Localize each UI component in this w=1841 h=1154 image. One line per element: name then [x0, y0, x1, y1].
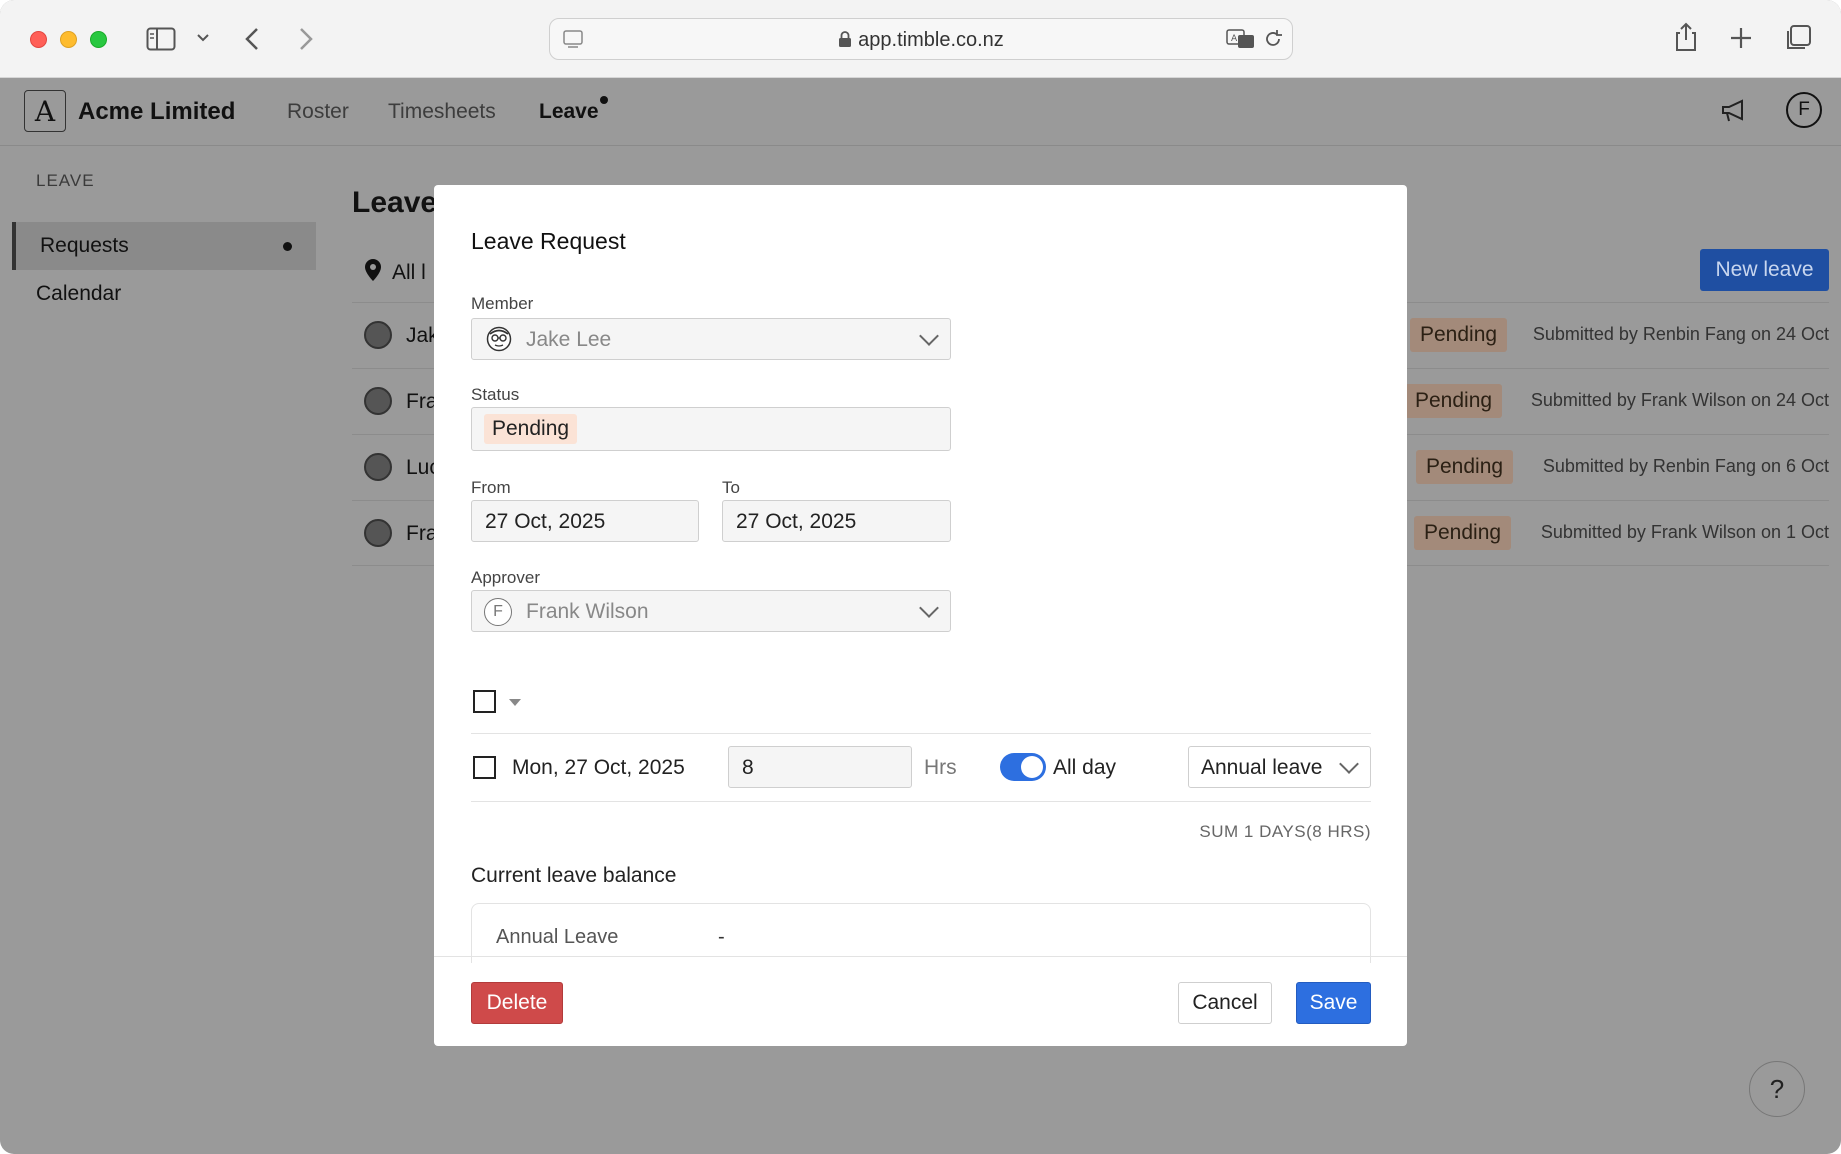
new-tab-icon[interactable]	[1730, 27, 1752, 49]
close-window-button[interactable]	[30, 31, 47, 48]
avatar	[364, 321, 392, 349]
minimize-window-button[interactable]	[60, 31, 77, 48]
hours-input[interactable]: 8	[728, 746, 912, 788]
chevron-down-icon	[919, 326, 939, 346]
help-button[interactable]: ?	[1749, 1061, 1805, 1117]
sidebar-item-label: Calendar	[36, 282, 122, 305]
status-badge: Pending	[1405, 384, 1503, 418]
nav-leave[interactable]: Leave	[539, 100, 599, 124]
day-checkbox[interactable]	[473, 756, 496, 779]
sidebar-toggle-icon[interactable]	[146, 27, 176, 51]
sidebar-item-requests[interactable]: Requests	[12, 222, 316, 270]
zoom-window-button[interactable]	[90, 31, 107, 48]
status-field[interactable]: Pending	[471, 407, 951, 451]
location-filter[interactable]: All l	[364, 258, 426, 285]
member-avatar-icon	[486, 326, 512, 352]
back-icon[interactable]	[244, 26, 260, 52]
url-text: app.timble.co.nz	[550, 29, 1292, 52]
from-date-input[interactable]: 27 Oct, 2025	[471, 500, 699, 542]
status-label: Status	[471, 385, 520, 404]
page-title: Leave	[352, 186, 438, 219]
divider	[471, 733, 1371, 734]
dialog-footer-divider	[434, 956, 1407, 957]
hours-unit: Hrs	[924, 756, 957, 779]
lock-icon	[839, 31, 852, 47]
approver-select[interactable]: F Frank Wilson	[471, 590, 951, 632]
tab-overview-icon[interactable]	[1784, 24, 1812, 52]
leave-request-dialog: Leave Request Member Jake Lee Status Pen…	[434, 185, 1407, 1046]
nav-timesheets[interactable]: Timesheets	[388, 100, 496, 124]
sidebar-item-label: Requests	[40, 234, 129, 257]
chevron-down-icon	[1339, 754, 1359, 774]
status-badge: Pending	[1416, 450, 1514, 484]
dialog-title: Leave Request	[471, 228, 626, 254]
member-select[interactable]: Jake Lee	[471, 318, 951, 360]
member-value: Jake Lee	[526, 328, 612, 351]
day-date: Mon, 27 Oct, 2025	[512, 756, 685, 779]
browser-toolbar: app.timble.co.nz A	[0, 0, 1841, 78]
submitted-info: Submitted by Frank Wilson on 24 Oct	[1530, 390, 1829, 410]
sum-total: SUM 1 DAYS(8 HRS)	[1199, 822, 1371, 841]
toggle-knob	[1021, 756, 1043, 778]
all-day-label: All day	[1053, 756, 1117, 779]
browser-window: app.timble.co.nz A A Acme Limited Roster…	[0, 0, 1841, 1154]
avatar	[364, 453, 392, 481]
caret-down-icon[interactable]	[509, 699, 521, 706]
balance-card: Annual Leave -	[471, 903, 1371, 963]
approver-label: Approver	[471, 568, 540, 587]
to-label: To	[722, 478, 740, 497]
status-chip: Pending	[484, 414, 578, 444]
member-name: Fra	[406, 390, 438, 413]
app-header: A Acme Limited Roster Timesheets Leave F	[0, 78, 1841, 146]
company-name[interactable]: Acme Limited	[78, 98, 235, 126]
forward-icon[interactable]	[298, 26, 314, 52]
share-icon[interactable]	[1674, 22, 1698, 52]
cancel-button[interactable]: Cancel	[1178, 982, 1272, 1024]
divider	[471, 801, 1371, 802]
new-leave-button[interactable]: New leave	[1700, 249, 1829, 291]
chevron-down-icon	[919, 598, 939, 618]
status-badge: Pending	[1410, 318, 1508, 352]
to-date-input[interactable]: 27 Oct, 2025	[722, 500, 951, 542]
balance-value: -	[718, 926, 725, 948]
save-button[interactable]: Save	[1296, 982, 1371, 1024]
avatar	[364, 387, 392, 415]
from-label: From	[471, 478, 511, 497]
translate-icon[interactable]: A	[1226, 28, 1256, 50]
address-bar[interactable]: app.timble.co.nz A	[549, 18, 1293, 60]
submitted-info: Submitted by Frank Wilson on 1 Oct	[1540, 522, 1829, 542]
delete-button[interactable]: Delete	[471, 982, 563, 1024]
submitted-info: Submitted by Renbin Fang on 24 Oct	[1532, 324, 1829, 344]
filter-label: All l	[392, 261, 426, 284]
status-badge: Pending	[1414, 516, 1512, 550]
notification-dot	[600, 96, 608, 104]
leave-type-select[interactable]: Annual leave	[1188, 746, 1371, 788]
member-label: Member	[471, 294, 534, 313]
sidebar-title: LEAVE	[36, 171, 95, 190]
member-name: Fra	[406, 522, 438, 545]
select-all-checkbox[interactable]	[473, 690, 496, 713]
location-pin-icon	[365, 259, 381, 281]
user-avatar[interactable]: F	[1786, 92, 1822, 128]
all-day-toggle[interactable]	[1000, 753, 1046, 781]
nav-roster[interactable]: Roster	[287, 100, 349, 124]
approver-value: Frank Wilson	[526, 600, 649, 623]
company-logo[interactable]: A	[24, 90, 66, 132]
sidebar-item-calendar[interactable]: Calendar	[12, 270, 316, 318]
svg-text:A: A	[1231, 34, 1238, 44]
avatar	[364, 519, 392, 547]
balance-type: Annual Leave	[496, 926, 619, 948]
approver-avatar: F	[484, 598, 512, 626]
balance-heading: Current leave balance	[471, 864, 677, 887]
notification-dot	[283, 242, 292, 251]
megaphone-icon[interactable]	[1720, 98, 1748, 124]
submitted-info: Submitted by Renbin Fang on 6 Oct	[1542, 456, 1829, 476]
chevron-down-icon[interactable]	[196, 33, 210, 43]
reload-icon[interactable]	[1262, 28, 1284, 50]
